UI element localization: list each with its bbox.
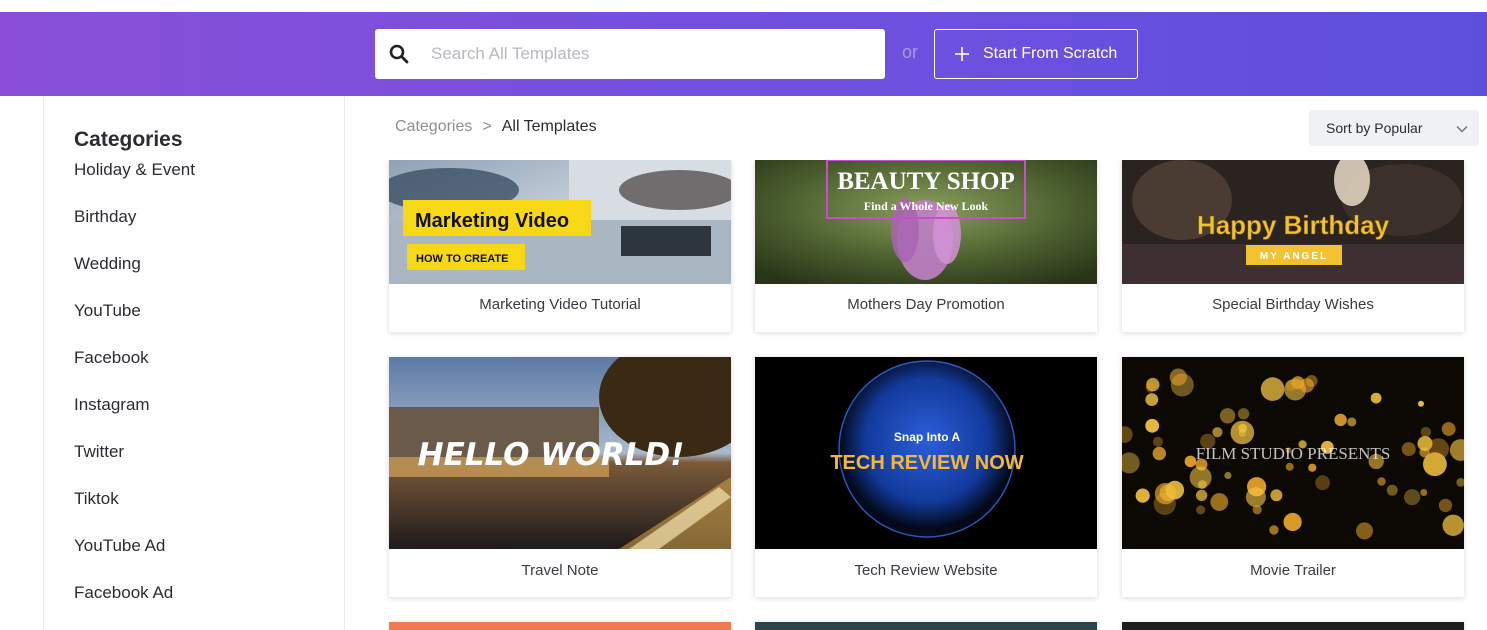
template-title: Tech Review Website xyxy=(854,562,998,579)
template-thumbnail: BEAUTY SHOP Find a Whole New Look xyxy=(755,160,1097,284)
template-title: Marketing Video Tutorial xyxy=(479,296,641,313)
template-thumbnail: HELLO WORLD! xyxy=(389,357,731,549)
search-input[interactable] xyxy=(431,29,871,79)
top-header: or Start From Scratch xyxy=(0,12,1487,96)
start-from-scratch-button[interactable]: Start From Scratch xyxy=(934,29,1138,79)
category-item-facebook[interactable]: Facebook xyxy=(74,348,149,368)
template-grid: Marketing Video HOW TO CREATE Marketing … xyxy=(346,160,1487,630)
template-card[interactable]: BEAUTY SHOP Find a Whole New Look Mother… xyxy=(755,160,1097,332)
category-sidebar: Categories Holiday & Event Birthday Wedd… xyxy=(43,96,345,630)
thumb-title: HELLO WORLD! xyxy=(418,437,685,473)
category-item-wedding[interactable]: Wedding xyxy=(74,254,141,274)
thumb-title: TECH REVIEW NOW xyxy=(830,452,1023,474)
template-title: Special Birthday Wishes xyxy=(1212,296,1374,313)
thumb-subtitle: Find a Whole New Look xyxy=(864,199,989,213)
template-title: Movie Trailer xyxy=(1250,562,1336,579)
template-card[interactable]: Marketing Video HOW TO CREATE Marketing … xyxy=(389,160,731,332)
breadcrumb-separator: > xyxy=(482,118,492,135)
breadcrumb-categories-link[interactable]: Categories xyxy=(395,118,472,135)
thumb-subtitle: HOW TO CREATE xyxy=(416,253,508,265)
sidebar-title: Categories xyxy=(74,128,183,151)
thumb-title: BEAUTY SHOP xyxy=(837,168,1015,195)
template-card[interactable]: Snap Into A TECH REVIEW NOW Tech Review … xyxy=(755,357,1097,597)
template-card[interactable]: HELLO WORLD! Travel Note xyxy=(389,357,731,597)
breadcrumb: Categories > All Templates xyxy=(395,118,597,136)
plus-icon xyxy=(955,47,969,61)
thumb-title: Marketing Video xyxy=(415,210,569,232)
template-card[interactable]: Happy Birthday MY ANGEL Special Birthday… xyxy=(1122,160,1464,332)
template-thumbnail: Happy Birthday MY ANGEL xyxy=(1122,160,1464,284)
category-item-instagram[interactable]: Instagram xyxy=(74,395,150,415)
template-title: Travel Note xyxy=(521,562,599,579)
start-from-scratch-label: Start From Scratch xyxy=(983,45,1118,62)
thumb-subtitle: MY ANGEL xyxy=(1260,251,1328,262)
category-item-birthday[interactable]: Birthday xyxy=(74,207,136,227)
template-card[interactable] xyxy=(1122,622,1464,630)
thumb-subtitle: Snap Into A xyxy=(894,430,961,444)
template-card[interactable] xyxy=(389,622,731,630)
thumb-title: Happy Birthday xyxy=(1197,210,1390,240)
template-thumbnail: FILM STUDIO PRESENTS xyxy=(1122,357,1464,549)
sort-label: Sort by Popular xyxy=(1326,120,1423,136)
template-thumbnail: Marketing Video HOW TO CREATE xyxy=(389,160,731,284)
category-list[interactable]: Holiday & Event Birthday Wedding YouTube… xyxy=(44,160,344,630)
category-item-youtube-ad[interactable]: YouTube Ad xyxy=(74,536,165,556)
template-card[interactable]: FILM STUDIO PRESENTS Movie Trailer xyxy=(1122,357,1464,597)
category-item-facebook-ad[interactable]: Facebook Ad xyxy=(74,583,173,603)
category-item-holiday-event[interactable]: Holiday & Event xyxy=(74,160,195,180)
category-item-tiktok[interactable]: Tiktok xyxy=(74,489,119,509)
category-item-twitter[interactable]: Twitter xyxy=(74,442,124,462)
breadcrumb-current: All Templates xyxy=(501,118,597,135)
category-item-youtube[interactable]: YouTube xyxy=(74,301,141,321)
sort-dropdown[interactable]: Sort by Popular xyxy=(1309,110,1479,146)
template-thumbnail: Snap Into A TECH REVIEW NOW xyxy=(755,357,1097,549)
search-box[interactable] xyxy=(375,29,885,79)
thumb-title: FILM STUDIO PRESENTS xyxy=(1196,444,1391,463)
or-separator: or xyxy=(902,42,919,62)
search-icon xyxy=(389,44,409,64)
template-title: Mothers Day Promotion xyxy=(847,296,1005,313)
chevron-down-icon xyxy=(1456,125,1468,133)
template-card[interactable] xyxy=(755,622,1097,630)
